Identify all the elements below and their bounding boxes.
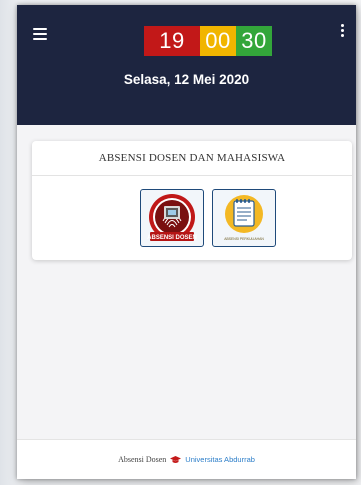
- screen-background: 19 00 30 Selasa, 12 Mei 2020 ABSENSI DOS…: [0, 0, 361, 485]
- absensi-perkuliahan-tile-label: ABSENSI PERKULIAHAN: [224, 237, 264, 241]
- graduation-cap-icon: [170, 456, 182, 464]
- footer-text: Absensi Dosen: [118, 455, 167, 464]
- app-window: 19 00 30 Selasa, 12 Mei 2020 ABSENSI DOS…: [17, 5, 356, 479]
- absensi-dosen-tile-label: ABSENSI DOSEN: [147, 235, 197, 241]
- more-vertical-icon[interactable]: [338, 24, 346, 38]
- card-title: ABSENSI DOSEN DAN MAHASISWA: [32, 141, 352, 176]
- app-header: 19 00 30 Selasa, 12 Mei 2020: [17, 5, 356, 125]
- attendance-card: ABSENSI DOSEN DAN MAHASISWA ABSENSI DOSE…: [32, 141, 352, 260]
- university-link[interactable]: Universitas Abdurrab: [185, 455, 255, 464]
- app-footer: Absensi Dosen Universitas Abdurrab: [17, 439, 356, 479]
- clock-minutes: 00: [200, 26, 236, 56]
- absensi-dosen-tile[interactable]: ABSENSI DOSEN: [140, 189, 204, 247]
- absensi-perkuliahan-tile[interactable]: ABSENSI PERKULIAHAN: [212, 189, 276, 247]
- date-label: Selasa, 12 Mei 2020: [123, 72, 250, 87]
- hamburger-menu-icon[interactable]: [33, 28, 47, 40]
- clock-seconds: 30: [236, 26, 272, 56]
- clock-hours: 19: [144, 26, 200, 56]
- digital-clock: 19 00 30: [144, 26, 272, 56]
- notepad-icon: ABSENSI PERKULIAHAN: [224, 195, 264, 241]
- fingerprint-logo-icon: ABSENSI DOSEN: [147, 194, 197, 241]
